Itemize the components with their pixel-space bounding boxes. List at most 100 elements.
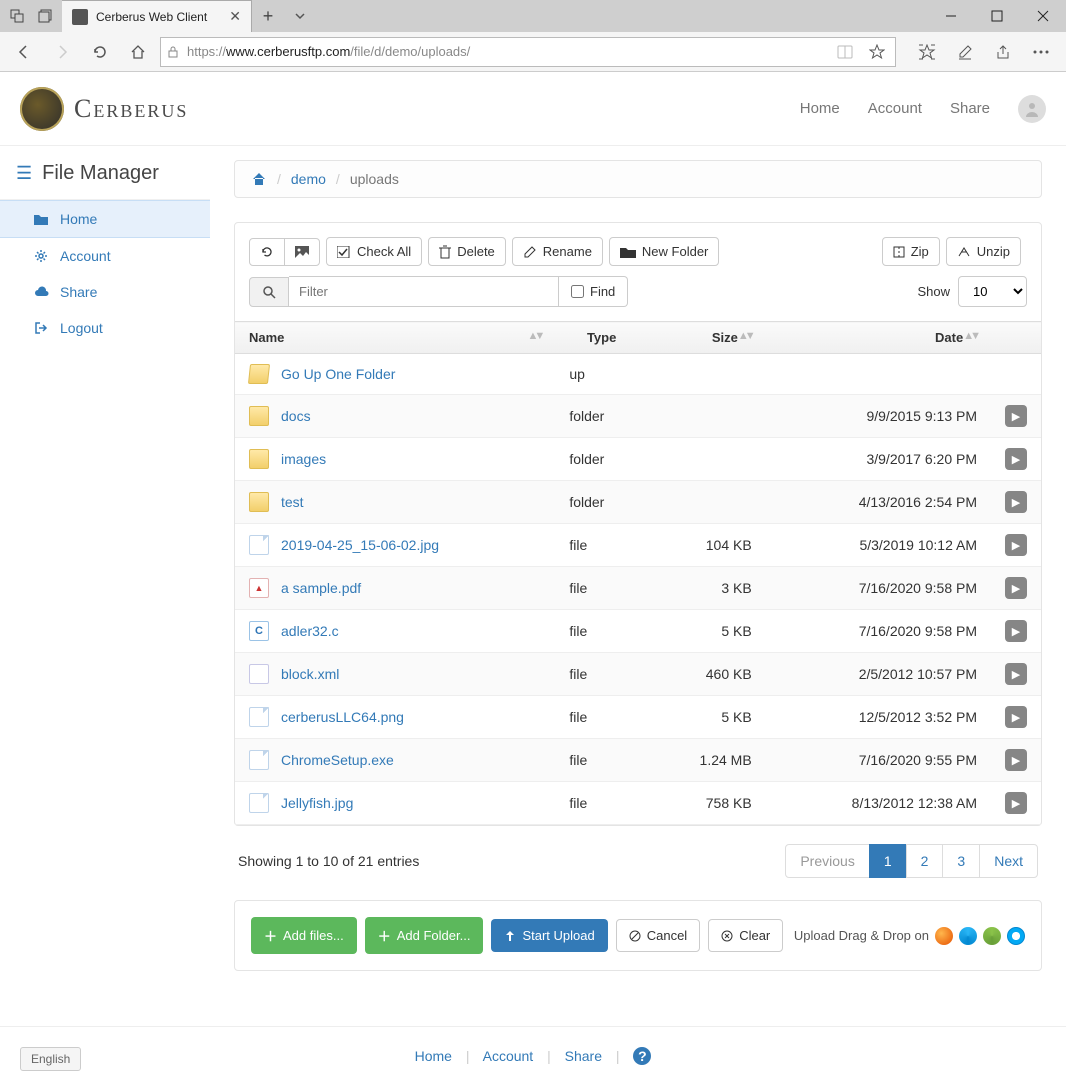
row-action-button[interactable]: ▶	[1005, 706, 1027, 728]
main-content: / demo / uploads Check All Delete Rename	[210, 146, 1066, 1026]
window-collapse-icon[interactable]	[6, 5, 28, 27]
footer-home[interactable]: Home	[415, 1048, 452, 1064]
nav-share[interactable]: Share	[950, 100, 990, 117]
reading-mode-icon[interactable]	[833, 45, 857, 59]
favorite-icon[interactable]	[865, 44, 889, 60]
language-button[interactable]: English	[20, 1047, 81, 1071]
cell-type: folder	[555, 395, 648, 438]
check-all-button[interactable]: Check All	[326, 237, 422, 266]
new-folder-button[interactable]: New Folder	[609, 237, 719, 266]
clear-upload-button[interactable]: Clear	[708, 919, 783, 952]
hamburger-icon[interactable]: ☰	[16, 163, 32, 184]
find-button[interactable]: Find	[559, 276, 628, 307]
page-2[interactable]: 2	[906, 844, 944, 878]
cancel-upload-button[interactable]: Cancel	[616, 919, 700, 952]
favorites-hub-icon[interactable]	[910, 36, 944, 68]
row-action-button[interactable]: ▶	[1005, 405, 1027, 427]
footer-account[interactable]: Account	[483, 1048, 534, 1064]
rename-button[interactable]: Rename	[512, 237, 603, 266]
sidebar-item-account[interactable]: Account	[0, 238, 210, 274]
show-select[interactable]: 10	[958, 276, 1027, 307]
close-window-button[interactable]	[1020, 0, 1066, 32]
cell-size	[648, 481, 766, 524]
refresh-list-button[interactable]	[249, 238, 285, 266]
tabs-chevron-icon[interactable]	[284, 0, 316, 32]
cell-date: 2/5/2012 10:57 PM	[766, 653, 991, 696]
c-icon: C	[249, 621, 269, 641]
row-action-button[interactable]: ▶	[1005, 792, 1027, 814]
refresh-button[interactable]	[84, 36, 116, 68]
file-link[interactable]: images	[281, 451, 326, 467]
cell-type: file	[555, 739, 648, 782]
file-link[interactable]: Jellyfish.jpg	[281, 795, 353, 811]
page-previous[interactable]: Previous	[785, 844, 869, 878]
page-3[interactable]: 3	[942, 844, 980, 878]
row-action-button[interactable]: ▶	[1005, 620, 1027, 642]
more-icon[interactable]	[1024, 36, 1058, 68]
file-link[interactable]: docs	[281, 408, 311, 424]
window-restore-icon[interactable]	[34, 5, 56, 27]
find-checkbox[interactable]	[571, 285, 584, 298]
file-link[interactable]: a sample.pdf	[281, 580, 361, 596]
row-action-button[interactable]: ▶	[1005, 448, 1027, 470]
browser-tab[interactable]: Cerberus Web Client ✕	[62, 0, 252, 32]
table-row: 2019-04-25_15-06-02.jpgfile104 KB5/3/201…	[235, 524, 1041, 567]
gallery-button[interactable]	[284, 238, 320, 266]
row-action-button[interactable]: ▶	[1005, 749, 1027, 771]
back-button[interactable]	[8, 36, 40, 68]
cell-size	[648, 354, 766, 395]
unzip-button[interactable]: Unzip	[946, 237, 1021, 266]
file-link[interactable]: 2019-04-25_15-06-02.jpg	[281, 537, 439, 553]
file-link[interactable]: test	[281, 494, 304, 510]
share-browser-icon[interactable]	[986, 36, 1020, 68]
cell-date: 9/9/2015 9:13 PM	[766, 395, 991, 438]
zip-button[interactable]: Zip	[882, 237, 940, 266]
row-action-button[interactable]: ▶	[1005, 491, 1027, 513]
breadcrumb-home-icon[interactable]	[251, 171, 267, 187]
logout-icon	[34, 321, 50, 335]
upload-note: Upload Drag & Drop on	[794, 927, 1025, 945]
row-action-button[interactable]: ▶	[1005, 663, 1027, 685]
new-tab-button[interactable]: +	[252, 0, 284, 32]
add-files-button[interactable]: ＋Add files...	[251, 917, 357, 954]
start-upload-button[interactable]: Start Upload	[491, 919, 607, 952]
file-link[interactable]: ChromeSetup.exe	[281, 752, 394, 768]
chrome-icon	[983, 927, 1001, 945]
page-footer: English Home | Account | Share | ?	[0, 1026, 1066, 1085]
brand-logo[interactable]: Cerberus	[20, 87, 188, 131]
address-bar[interactable]: https://www.cerberusftp.com/file/d/demo/…	[160, 37, 896, 67]
filter-input[interactable]	[289, 276, 559, 307]
breadcrumb-demo[interactable]: demo	[291, 171, 326, 187]
col-type[interactable]: Type	[555, 322, 648, 354]
cell-date: 5/3/2019 10:12 AM	[766, 524, 991, 567]
row-action-button[interactable]: ▶	[1005, 534, 1027, 556]
sidebar-item-home[interactable]: Home	[0, 200, 210, 238]
sidebar-item-share[interactable]: Share	[0, 274, 210, 310]
file-link[interactable]: block.xml	[281, 666, 339, 682]
home-button[interactable]	[122, 36, 154, 68]
maximize-button[interactable]	[974, 0, 1020, 32]
file-link[interactable]: Go Up One Folder	[281, 366, 395, 382]
footer-share[interactable]: Share	[565, 1048, 602, 1064]
delete-button[interactable]: Delete	[428, 237, 506, 266]
notes-icon[interactable]	[948, 36, 982, 68]
forward-button[interactable]	[46, 36, 78, 68]
row-action-button[interactable]: ▶	[1005, 577, 1027, 599]
col-date[interactable]: Date ▲▼	[766, 322, 991, 354]
file-link[interactable]: adler32.c	[281, 623, 339, 639]
sidebar-item-logout[interactable]: Logout	[0, 310, 210, 346]
page-1[interactable]: 1	[869, 844, 907, 878]
footer-help-icon[interactable]: ?	[633, 1047, 651, 1065]
nav-account[interactable]: Account	[868, 100, 922, 117]
minimize-button[interactable]	[928, 0, 974, 32]
user-avatar-icon[interactable]	[1018, 95, 1046, 123]
tab-title: Cerberus Web Client	[96, 10, 221, 24]
file-icon	[249, 535, 269, 555]
page-next[interactable]: Next	[979, 844, 1038, 878]
tab-close-icon[interactable]: ✕	[229, 8, 241, 25]
nav-home[interactable]: Home	[800, 100, 840, 117]
add-folder-button[interactable]: ＋Add Folder...	[365, 917, 484, 954]
file-link[interactable]: cerberusLLC64.png	[281, 709, 404, 725]
col-size[interactable]: Size ▲▼	[648, 322, 766, 354]
col-name[interactable]: Name▲▼	[235, 322, 555, 354]
